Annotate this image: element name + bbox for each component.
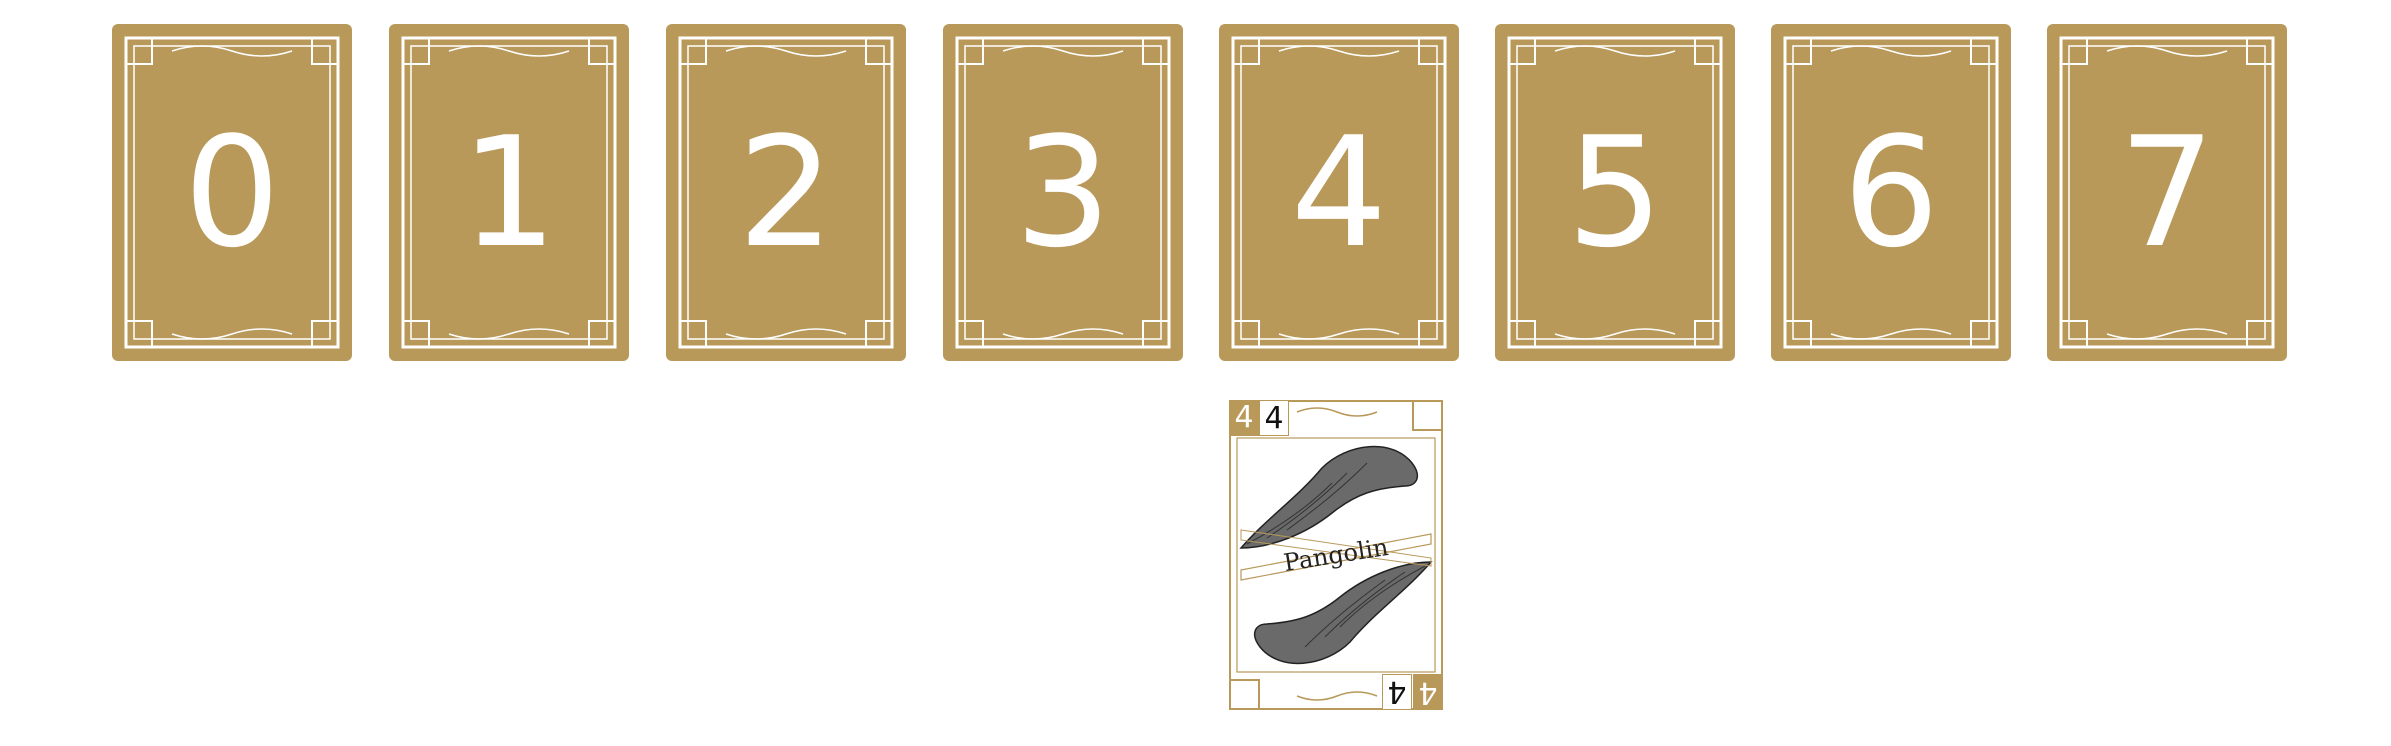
card-back-2[interactable]: 2 — [666, 24, 906, 361]
card-back-4[interactable]: 4 — [1219, 24, 1459, 361]
card-number: 2 — [737, 103, 835, 281]
card-back-0[interactable]: 0 — [112, 24, 352, 361]
card-back-row: 0 1 2 3 4 5 6 7 — [0, 24, 2391, 364]
card-number: 7 — [2118, 103, 2216, 281]
card-number: 3 — [1014, 103, 1112, 281]
card-back-6[interactable]: 6 — [1771, 24, 2011, 361]
card-number: 1 — [460, 103, 558, 281]
card-number: 6 — [1842, 103, 1940, 281]
card-back-3[interactable]: 3 — [943, 24, 1183, 361]
card-number: 0 — [183, 103, 281, 281]
played-card-pangolin[interactable]: 4 4 4 4 Pangolin — [1227, 398, 1445, 712]
card-back-5[interactable]: 5 — [1495, 24, 1735, 361]
card-number: 5 — [1566, 103, 1664, 281]
card-back-7[interactable]: 7 — [2047, 24, 2287, 361]
card-back-1[interactable]: 1 — [389, 24, 629, 361]
card-number: 4 — [1290, 103, 1388, 281]
